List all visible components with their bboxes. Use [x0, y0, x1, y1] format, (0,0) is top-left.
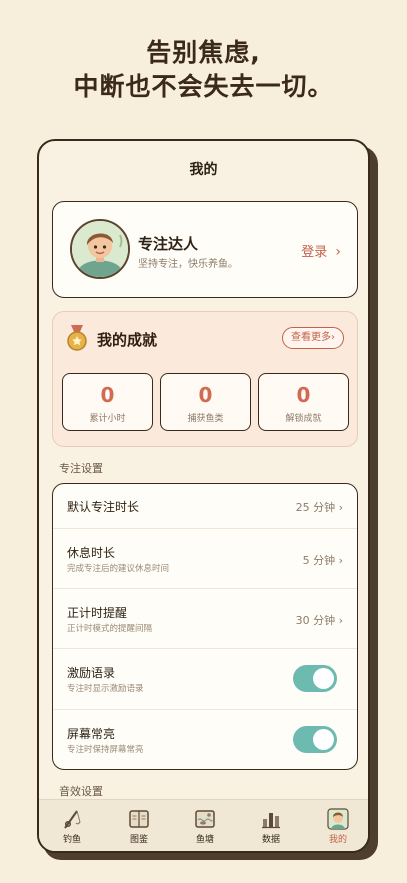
view-more-button[interactable]: 查看更多›	[282, 327, 344, 349]
setting-title: 激励语录	[67, 666, 116, 680]
stat-label: 累计小时	[89, 414, 126, 424]
setting-value: 30 分钟 ›	[295, 614, 343, 627]
stat-fish-caught: 0 捕获鱼类	[160, 373, 251, 431]
tab-pond[interactable]: 鱼塘	[180, 808, 230, 845]
sound-settings-label: 音效设置	[59, 785, 103, 798]
keep-screen-on-toggle[interactable]	[293, 726, 337, 753]
setting-value: 5 分钟 ›	[302, 554, 343, 567]
tab-fishing[interactable]: 钓鱼	[47, 808, 97, 845]
setting-subtitle: 专注时保持屏幕常亮	[67, 745, 144, 755]
toggle-knob	[313, 729, 334, 750]
avatar	[70, 219, 130, 279]
stat-label: 解锁成就	[285, 414, 322, 424]
setting-count-up-reminder[interactable]: 正计时提醒 正计时模式的提醒间隔 30 分钟 ›	[53, 589, 357, 649]
tab-label: 图鉴	[129, 835, 148, 845]
page-title: 我的	[189, 162, 218, 178]
medal-icon	[67, 325, 87, 351]
setting-default-focus-duration[interactable]: 默认专注时长 25 分钟 ›	[53, 484, 357, 529]
tab-data[interactable]: 数据	[246, 808, 296, 845]
fishing-rod-icon	[64, 810, 81, 829]
avatar-illustration	[72, 221, 128, 277]
stat-value: 0	[198, 383, 213, 407]
setting-subtitle: 完成专注后的建议休息时间	[67, 564, 170, 574]
bar-chart-icon	[262, 813, 280, 829]
login-label: 登录	[301, 245, 328, 260]
setting-title: 默认专注时长	[67, 500, 140, 514]
focus-settings-list: 默认专注时长 25 分钟 › 休息时长 完成专注后的建议休息时间 5 分钟 › …	[52, 483, 358, 770]
profile-name: 专注达人	[138, 235, 199, 253]
tab-label: 鱼塘	[195, 835, 214, 845]
setting-break-duration[interactable]: 休息时长 完成专注后的建议休息时间 5 分钟 ›	[53, 529, 357, 589]
setting-keep-screen-on: 屏幕常亮 专注时保持屏幕常亮	[53, 710, 357, 769]
bottom-tab-bar: 钓鱼 图鉴 鱼塘 数据 我的	[39, 799, 368, 851]
tab-label: 数据	[261, 835, 280, 845]
headline-line-1: 告别焦虑,	[146, 38, 261, 67]
achievements-card: 我的成就 查看更多› 0 累计小时 0 捕获鱼类 0 解锁成就	[52, 311, 358, 447]
setting-subtitle: 正计时模式的提醒间隔	[67, 624, 153, 634]
tab-me[interactable]: 我的	[313, 808, 363, 845]
avatar-icon	[327, 808, 349, 830]
setting-title: 休息时长	[67, 546, 116, 560]
tab-label: 我的	[328, 835, 347, 845]
setting-value: 25 分钟 ›	[295, 501, 343, 514]
profile-card[interactable]: 专注达人 坚持专注，快乐养鱼。 登录 ›	[52, 201, 358, 298]
tab-label: 钓鱼	[62, 835, 81, 845]
setting-title: 正计时提醒	[67, 606, 128, 620]
stat-achievements-unlocked: 0 解锁成就	[258, 373, 349, 431]
phone-frame: 我的 专注达人 坚持专注，快乐养鱼。 登录 › 我的成就 查看更多› 0 累计小…	[37, 139, 370, 853]
setting-subtitle: 专注时显示激励语录	[67, 684, 144, 694]
stat-total-hours: 0 累计小时	[62, 373, 153, 431]
tab-encyclopedia[interactable]: 图鉴	[114, 808, 164, 845]
stat-value: 0	[296, 383, 311, 407]
chevron-right-icon: ›	[335, 244, 341, 260]
stat-value: 0	[100, 383, 115, 407]
profile-subtitle: 坚持专注，快乐养鱼。	[138, 259, 238, 270]
headline: 告别焦虑, 中断也不会失去一切。	[0, 36, 407, 104]
setting-motivational-quotes: 激励语录 专注时显示激励语录	[53, 649, 357, 710]
setting-title: 屏幕常亮	[67, 727, 116, 741]
stat-label: 捕获鱼类	[187, 414, 224, 424]
headline-line-2: 中断也不会失去一切。	[73, 72, 334, 101]
toggle-knob	[313, 668, 334, 689]
login-button[interactable]: 登录 ›	[301, 241, 341, 260]
motivational-quotes-toggle[interactable]	[293, 665, 337, 692]
achievements-title: 我的成就	[97, 331, 158, 349]
book-icon	[129, 810, 149, 828]
focus-settings-label: 专注设置	[59, 462, 103, 475]
pond-icon	[195, 810, 215, 828]
